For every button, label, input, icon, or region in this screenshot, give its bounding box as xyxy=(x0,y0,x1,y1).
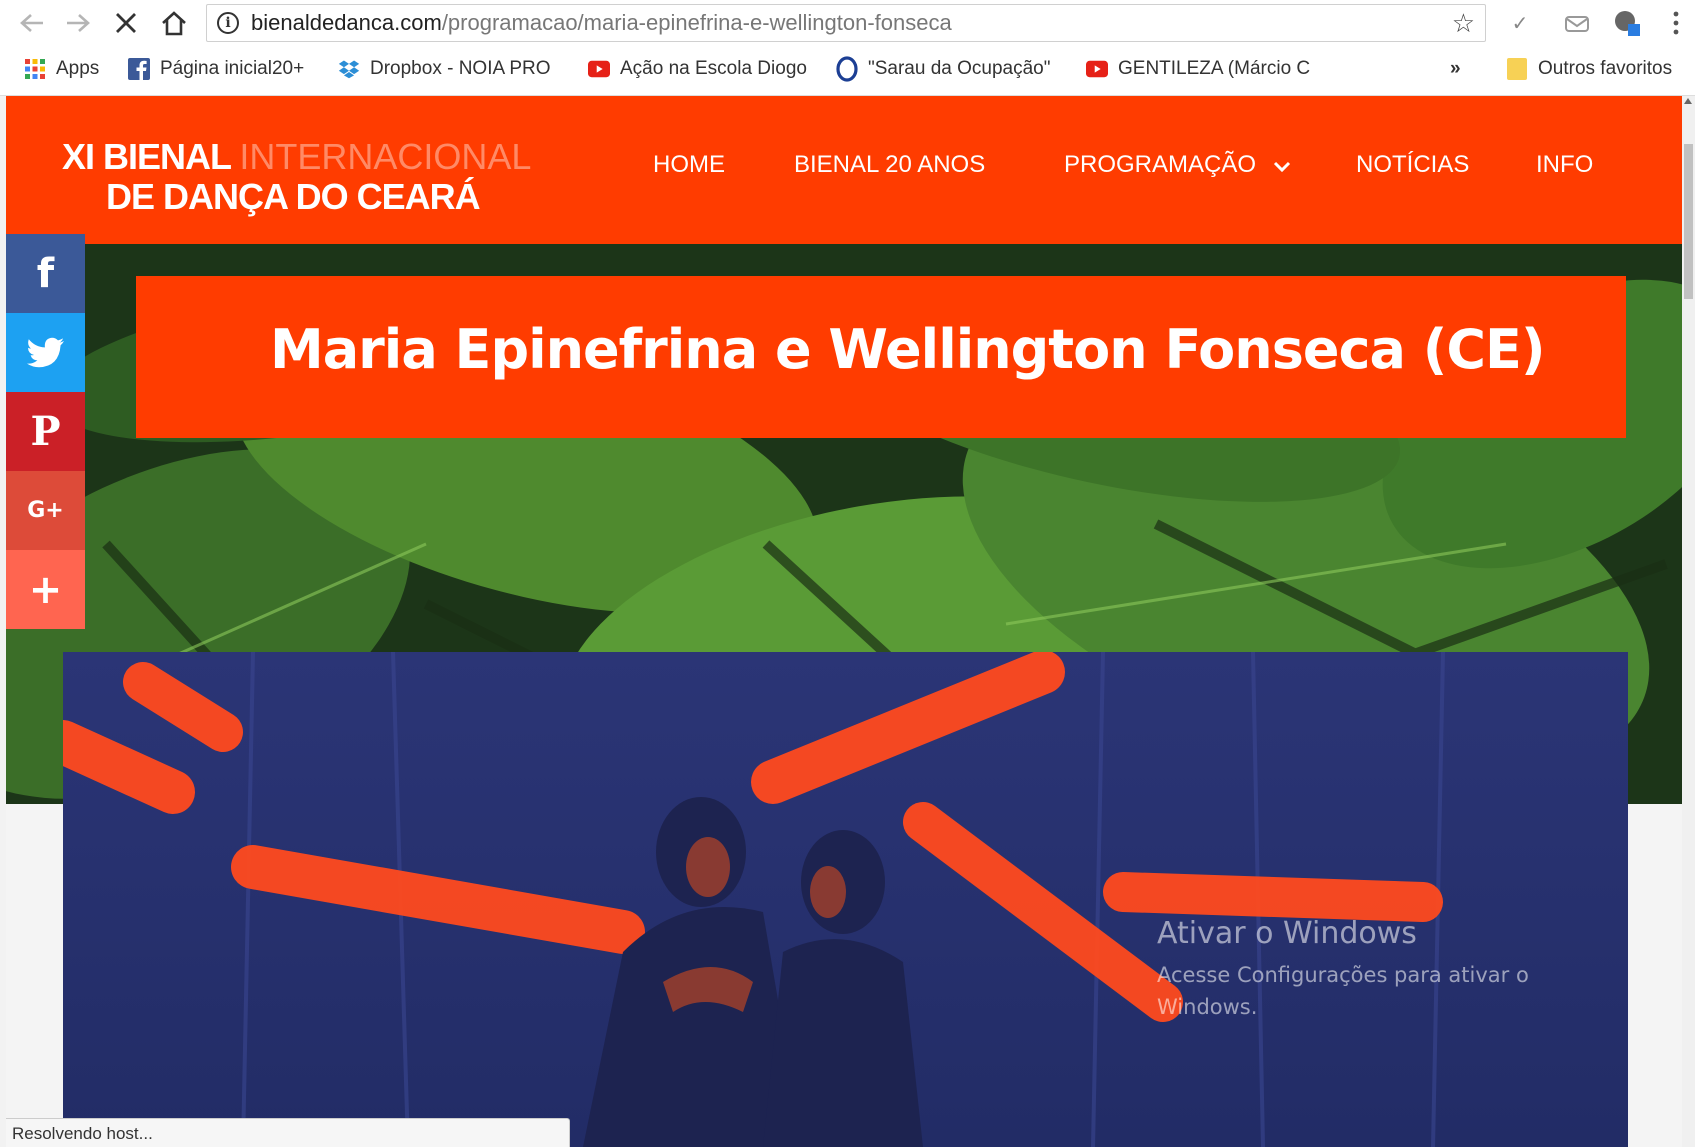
bookmark-star-icon[interactable]: ☆ xyxy=(1452,9,1475,39)
logo-thin-text: INTERNACIONAL xyxy=(239,136,532,177)
nav-info[interactable]: INFO xyxy=(1536,151,1593,179)
other-bookmarks-folder[interactable]: Outros favoritos xyxy=(1506,58,1672,80)
title-banner: Maria Epinefrina e Wellington Fonseca (C… xyxy=(136,276,1626,438)
status-bubble: Resolvendo host... xyxy=(6,1118,570,1147)
share-google-plus-button[interactable]: G+ xyxy=(6,471,85,550)
page-scrollbar[interactable] xyxy=(1682,96,1695,1147)
site-logo[interactable]: XI BIENAL INTERNACIONAL xyxy=(62,136,531,178)
bookmark-facebook[interactable]: Página inicial20+ xyxy=(128,58,304,80)
bookmark-apps[interactable]: Apps xyxy=(24,58,99,80)
url-text: bienaldedanca.com/programacao/maria-epin… xyxy=(251,10,952,36)
twitter-icon xyxy=(26,337,64,367)
extension-mail-icon[interactable] xyxy=(1560,10,1594,36)
url-path: /programacao/maria-epinefrina-e-wellingt… xyxy=(441,10,952,35)
browser-menu-icon[interactable] xyxy=(1666,10,1686,36)
chevron-down-icon xyxy=(1273,152,1291,180)
bookmark-dropbox[interactable]: Dropbox - NOIA PRO xyxy=(338,58,551,80)
social-share-bar: f P G+ + xyxy=(6,234,85,629)
bookmark-youtube-1[interactable]: Ação na Escola Diogo xyxy=(588,58,807,80)
close-icon xyxy=(116,13,136,33)
facebook-icon: f xyxy=(36,250,55,297)
home-button[interactable] xyxy=(156,6,192,40)
extension-check-icon[interactable]: ✓ xyxy=(1505,10,1535,36)
watermark-line-2: Acesse Configurações para ativar o xyxy=(1157,963,1529,987)
bookmark-youtube-2[interactable]: GENTILEZA (Márcio C xyxy=(1086,58,1310,80)
pinterest-icon: P xyxy=(30,408,61,455)
apps-grid-icon xyxy=(24,58,46,80)
bookmark-label: "Sarau da Ocupação" xyxy=(868,58,1051,79)
logo-line-2[interactable]: DE DANÇA DO CEARÁ xyxy=(106,176,481,218)
bookmark-label: Página inicial20+ xyxy=(160,58,305,79)
forward-button[interactable] xyxy=(60,6,96,40)
url-host: bienaldedanca.com xyxy=(251,10,442,35)
nav-home[interactable]: HOME xyxy=(653,151,725,179)
back-arrow-icon xyxy=(20,14,43,32)
nav-programacao-label: PROGRAMAÇÃO xyxy=(1064,151,1257,178)
info-icon[interactable]: i xyxy=(217,12,239,34)
scrollbar-thumb[interactable] xyxy=(1684,144,1693,299)
watermark-line-3: Windows. xyxy=(1157,995,1258,1019)
folder-icon xyxy=(1506,58,1528,80)
dropbox-icon xyxy=(338,58,360,80)
address-bar[interactable]: i bienaldedanca.com/programacao/maria-ep… xyxy=(206,4,1486,42)
site-header: XI BIENAL INTERNACIONAL DE DANÇA DO CEAR… xyxy=(6,96,1682,244)
bookmarks-bar: Apps Página inicial20+ Dropbox - NOIA PR… xyxy=(0,46,1695,96)
bookmark-label: GENTILEZA (Márcio C xyxy=(1118,58,1311,79)
nav-noticias[interactable]: NOTÍCIAS xyxy=(1356,151,1469,179)
logo-bold-text: XI BIENAL xyxy=(62,136,231,177)
performance-photo xyxy=(63,652,1628,1147)
forward-arrow-icon xyxy=(67,14,90,32)
extension-badge-icon[interactable] xyxy=(1610,10,1644,36)
bookmark-label: Ação na Escola Diogo xyxy=(620,58,807,79)
bookmarks-overflow-button[interactable]: » xyxy=(1450,58,1461,80)
opera-icon xyxy=(836,56,858,82)
bookmark-label: Apps xyxy=(56,58,100,79)
bookmark-label: Dropbox - NOIA PRO xyxy=(370,58,551,79)
bookmarks-more-label: » xyxy=(1450,58,1461,79)
share-plus-icon: + xyxy=(28,566,63,613)
nav-bienal-20-anos[interactable]: BIENAL 20 ANOS xyxy=(794,151,985,179)
youtube-icon xyxy=(1086,58,1108,80)
nav-programacao[interactable]: PROGRAMAÇÃO xyxy=(1064,151,1291,180)
browser-toolbar: i bienaldedanca.com/programacao/maria-ep… xyxy=(0,0,1695,46)
page-viewport: XI BIENAL INTERNACIONAL DE DANÇA DO CEAR… xyxy=(6,96,1682,1147)
share-facebook-button[interactable]: f xyxy=(6,234,85,313)
share-pinterest-button[interactable]: P xyxy=(6,392,85,471)
dancers-photo-image xyxy=(63,652,1628,1147)
bookmark-opera[interactable]: "Sarau da Ocupação" xyxy=(836,56,1051,82)
scroll-up-arrow-icon[interactable] xyxy=(1684,98,1692,104)
share-twitter-button[interactable] xyxy=(6,313,85,392)
home-icon xyxy=(162,11,186,36)
watermark-title: Ativar o Windows xyxy=(1157,916,1417,951)
google-plus-icon: G+ xyxy=(27,498,64,523)
other-bookmarks-label: Outros favoritos xyxy=(1538,58,1673,79)
back-button[interactable] xyxy=(14,6,50,40)
page-title: Maria Epinefrina e Wellington Fonseca (C… xyxy=(270,318,1546,381)
facebook-icon xyxy=(128,58,150,80)
stop-button[interactable] xyxy=(108,6,144,40)
windows-activation-watermark: Ativar o Windows Acesse Configurações pa… xyxy=(1157,916,1529,1023)
youtube-icon xyxy=(588,58,610,80)
share-more-button[interactable]: + xyxy=(6,550,85,629)
